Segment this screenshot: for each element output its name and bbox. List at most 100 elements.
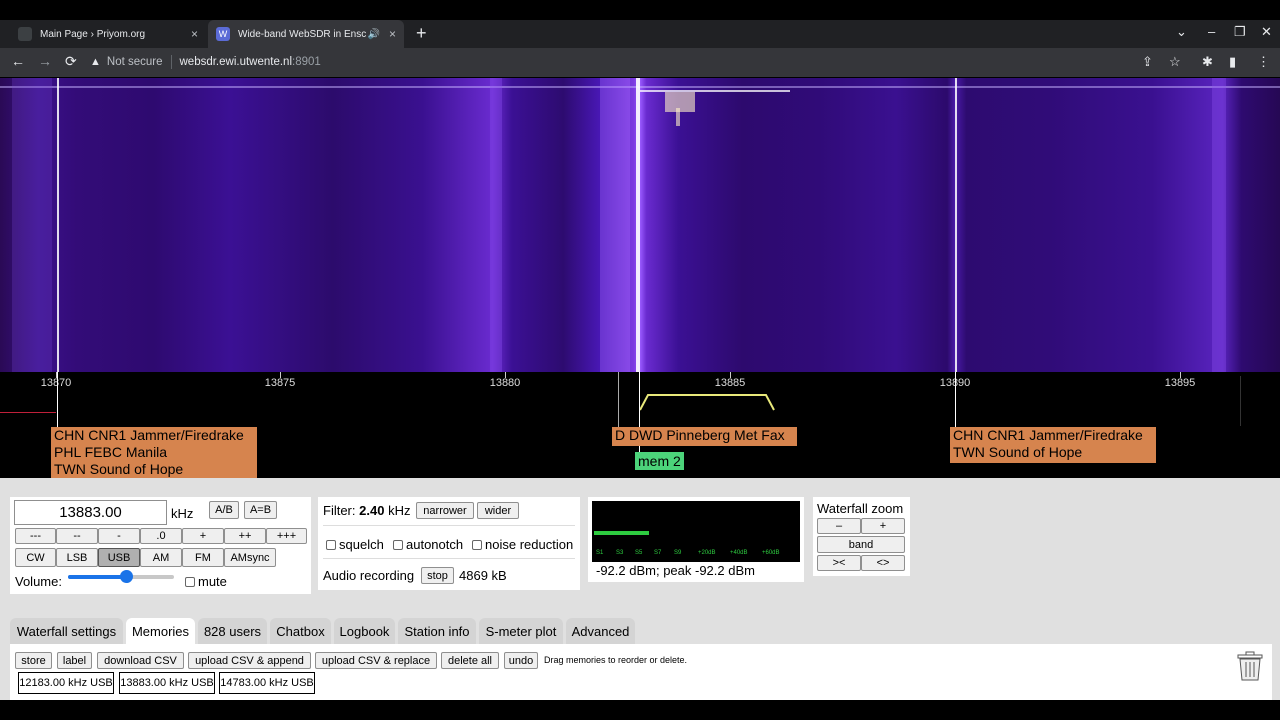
smeter-scale-label: S3 [616, 550, 624, 556]
passband-filter-shape[interactable] [640, 392, 776, 412]
security-status[interactable]: Not secure [107, 56, 163, 68]
side-panel-icon[interactable]: ▮ [1229, 54, 1236, 70]
smeter-scale-label: S7 [654, 550, 662, 556]
mute-label: mute [198, 574, 227, 589]
delete-all-button[interactable]: delete all [441, 652, 499, 669]
minimize-icon[interactable]: – [1208, 24, 1215, 39]
extensions-puzzle-icon[interactable]: ✱ [1202, 54, 1213, 70]
back-arrow-icon[interactable]: ← [11, 53, 25, 69]
store-button[interactable]: store [15, 652, 52, 669]
smeter-scale-label: +40dB [730, 550, 748, 556]
smeter-scale-label: S5 [635, 550, 643, 556]
tab-users[interactable]: 828 users [198, 618, 267, 644]
zoom-band-button[interactable]: band [817, 536, 905, 553]
waterfall-display[interactable] [0, 78, 1280, 372]
tab-search-chevron-down-icon[interactable]: ⌄ [1176, 24, 1187, 40]
tab-strip: Main Page › Priyom.org × W Wide-band Web… [0, 20, 1280, 48]
download-csv-button[interactable]: download CSV [97, 652, 184, 669]
new-tab-button[interactable]: + [416, 23, 427, 44]
zoom-in-button[interactable]: + [861, 518, 905, 534]
tab-close-icon[interactable]: × [389, 27, 396, 41]
signal-band [490, 78, 502, 372]
speaker-icon[interactable]: 🔊 [368, 29, 380, 40]
step-down-large-button[interactable]: --- [15, 528, 56, 544]
memory-entry[interactable]: 14783.00 kHz USB [219, 672, 315, 694]
wider-button[interactable]: wider [477, 502, 519, 519]
upload-csv-append-button[interactable]: upload CSV & append [188, 652, 311, 669]
forward-arrow-icon[interactable]: → [38, 53, 52, 69]
url-port[interactable]: :8901 [292, 56, 321, 68]
address-bar[interactable]: ▲ Not secure websdr.ewi.utwente.nl:8901 [90, 51, 1140, 73]
priyom-favicon-icon [18, 27, 32, 41]
volume-slider-thumb[interactable] [120, 570, 134, 583]
volume-slider[interactable] [68, 570, 174, 583]
memory-entry[interactable]: 12183.00 kHz USB [18, 672, 114, 694]
station-marker-line [955, 78, 957, 372]
waterfall-signal-burst [640, 90, 790, 92]
stop-recording-button[interactable]: stop [421, 567, 454, 584]
a-equals-b-button[interactable]: A=B [244, 501, 277, 519]
trash-icon[interactable] [1236, 650, 1264, 682]
tab-memories[interactable]: Memories [126, 618, 195, 644]
label-button[interactable]: label [57, 652, 92, 669]
memory-marker[interactable]: mem 2 [635, 452, 684, 470]
mode-fm-button[interactable]: FM [182, 548, 224, 567]
mode-am-button[interactable]: AM [140, 548, 182, 567]
station-label-group[interactable]: CHN CNR1 Jammer/Firedrake PHL FEBC Manil… [51, 427, 257, 478]
share-icon[interactable]: ⇪ [1142, 54, 1153, 70]
step-down-small-button[interactable]: - [98, 528, 140, 544]
squelch-checkbox-box[interactable] [326, 540, 336, 550]
noise-reduction-checkbox[interactable]: noise reduction [472, 537, 573, 552]
tab-smeter-plot[interactable]: S-meter plot [479, 618, 563, 644]
step-up-large-button[interactable]: +++ [266, 528, 307, 544]
zoom-expand-button[interactable]: <> [861, 555, 905, 571]
zoom-center-button[interactable]: >< [817, 555, 861, 571]
station-label-group[interactable]: CHN CNR1 Jammer/Firedrake TWN Sound of H… [950, 427, 1156, 463]
bookmark-star-icon[interactable]: ☆ [1169, 54, 1181, 70]
tab-advanced[interactable]: Advanced [566, 618, 635, 644]
undo-button[interactable]: undo [504, 652, 538, 669]
step-up-small-button[interactable]: + [182, 528, 224, 544]
upload-csv-replace-button[interactable]: upload CSV & replace [315, 652, 437, 669]
smeter-scale-label: S9 [674, 550, 682, 556]
mode-amsync-button[interactable]: AMsync [224, 548, 276, 567]
waterfall-top-line [0, 86, 1280, 88]
tab-logbook[interactable]: Logbook [334, 618, 395, 644]
autonotch-checkbox-box[interactable] [393, 540, 403, 550]
tab-title: Wide-band WebSDR in Ensc [238, 28, 367, 40]
smeter-box: S1 S3 S5 S7 S9 +20dB +40dB +60dB -92.2 d… [588, 497, 804, 582]
mode-lsb-button[interactable]: LSB [56, 548, 98, 567]
mute-checkbox[interactable]: mute [185, 574, 227, 589]
zoom-out-button[interactable]: – [817, 518, 861, 534]
mode-cw-button[interactable]: CW [15, 548, 56, 567]
tab-chatbox[interactable]: Chatbox [270, 618, 331, 644]
step-up-medium-button[interactable]: ++ [224, 528, 266, 544]
tab-priyom[interactable]: Main Page › Priyom.org × [10, 20, 206, 48]
waterfall-zoom-box: Waterfall zoom – + band >< <> [813, 497, 910, 576]
frequency-input[interactable]: 13883.00 [14, 500, 167, 525]
reload-icon[interactable]: ⟳ [65, 53, 77, 70]
mute-checkbox-box[interactable] [185, 577, 195, 587]
warning-triangle-icon[interactable]: ▲ [90, 56, 101, 68]
close-window-icon[interactable]: ✕ [1261, 24, 1272, 40]
smeter-level-bar [594, 531, 650, 535]
noise-reduction-checkbox-box[interactable] [472, 540, 482, 550]
browser-menu-icon[interactable]: ⋮ [1257, 54, 1270, 70]
tab-close-icon[interactable]: × [191, 27, 198, 41]
tab-waterfall-settings[interactable]: Waterfall settings [10, 618, 123, 644]
frequency-unit: kHz [171, 506, 194, 521]
station-label-group[interactable]: D DWD Pinneberg Met Fax [612, 427, 797, 446]
restore-icon[interactable]: ❐ [1234, 24, 1246, 40]
round-frequency-button[interactable]: .0 [140, 528, 182, 544]
ab-button[interactable]: A/B [209, 501, 239, 519]
autonotch-checkbox[interactable]: autonotch [393, 537, 463, 552]
tab-station-info[interactable]: Station info [398, 618, 476, 644]
narrower-button[interactable]: narrower [416, 502, 474, 519]
tab-websdr[interactable]: W Wide-band WebSDR in Ensc 🔊 × [208, 20, 404, 48]
memory-entry[interactable]: 13883.00 kHz USB [119, 672, 215, 694]
squelch-checkbox[interactable]: squelch [326, 537, 384, 552]
mode-usb-button[interactable]: USB [98, 548, 140, 567]
frequency-box: 13883.00 kHz A/B A=B --- -- - .0 + ++ ++… [10, 497, 311, 594]
url-host[interactable]: websdr.ewi.utwente.nl [180, 56, 293, 68]
step-down-medium-button[interactable]: -- [56, 528, 98, 544]
